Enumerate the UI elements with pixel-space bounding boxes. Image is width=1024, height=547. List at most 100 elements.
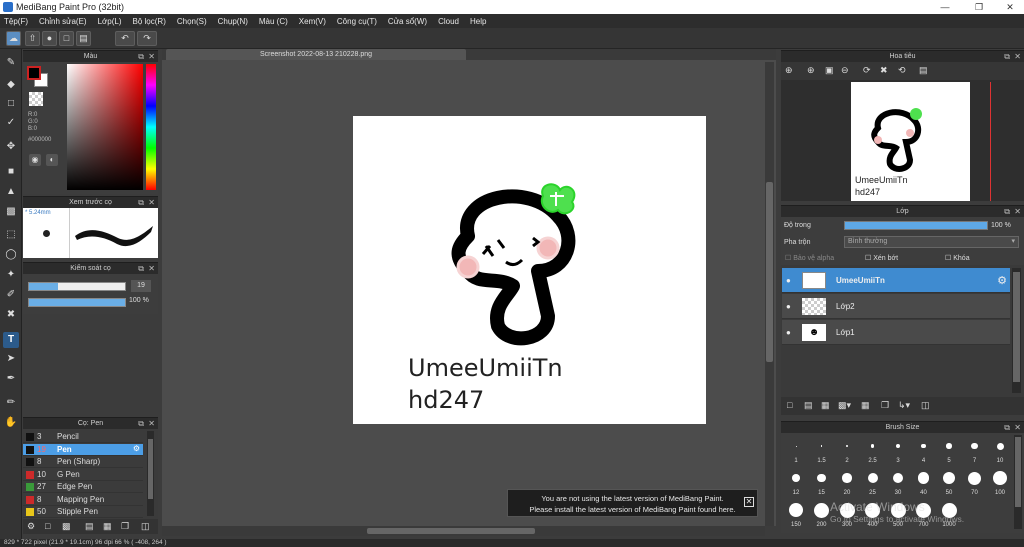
layer-row[interactable]: ● ☻ Lớp1 [782,320,1010,345]
undo-icon[interactable]: ↶ [115,31,135,46]
brush-size-cell[interactable]: 12 [784,468,808,498]
brush-size-cell[interactable]: 2 [835,436,859,466]
fit-icon[interactable]: ▣ [825,65,834,76]
navigator-thumbnail[interactable]: UmeeUmiiTn hd247 [851,82,970,201]
hue-slider[interactable] [146,64,156,190]
close-button[interactable]: ✕ [996,0,1024,14]
brush-list-item[interactable]: 27 Edge Pen [23,481,143,493]
maximize-button[interactable]: ❐ [962,0,996,14]
merge-icon[interactable]: ↳▾ [898,400,910,411]
gradient-tool-icon[interactable]: ▩ [3,204,19,220]
notification-close-icon[interactable]: ✕ [744,497,754,507]
trash-icon[interactable]: ◫ [141,521,150,532]
transparent-color-swatch[interactable] [29,92,43,106]
copy-icon[interactable]: ▤ [85,521,94,532]
layer-opacity-slider[interactable] [844,221,988,230]
dropper-tool-icon[interactable]: ✒ [3,371,19,387]
palette-icon[interactable]: ◉ [29,154,41,166]
rotate-left-icon[interactable]: ⟳ [863,65,871,76]
operation-tool-icon[interactable]: ➤ [3,351,19,367]
menu-layer[interactable]: Lớp(L) [98,17,122,26]
menu-help[interactable]: Help [470,17,486,26]
line-tool-icon[interactable]: ✓ [3,115,19,131]
brush-size-cell[interactable]: 1 [784,436,808,466]
menu-view[interactable]: Xem(V) [299,17,326,26]
gear-icon[interactable]: ⚙ [997,274,1007,287]
new-1bit-layer-icon[interactable]: ▦ [821,400,830,411]
select-eraser-tool-icon[interactable]: ✖ [3,307,19,323]
blend-mode-select[interactable]: Bình thường ▾ [844,236,1019,248]
bucket-tool-icon[interactable]: ▲ [3,184,19,200]
upload-icon[interactable]: ⇧ [25,31,40,46]
visibility-eye-icon[interactable]: ● [786,276,791,285]
brush-list-item[interactable]: 19 Pen ⚙ [23,443,143,456]
layer-row[interactable]: ● Lớp2 [782,294,1010,319]
brush-opacity-slider[interactable] [28,298,126,307]
brush-tool-icon[interactable]: ✎ [3,55,19,71]
zoom-in-icon[interactable]: ⊕ [785,65,793,76]
brush-size-cell[interactable]: 4 [912,436,936,466]
brush-size-cell[interactable]: 7 [963,436,987,466]
move-tool-icon[interactable]: ✥ [3,139,19,155]
text-tool-icon[interactable]: T [3,332,19,348]
folder-icon[interactable]: ▦ [103,521,112,532]
redo-icon[interactable]: ↷ [137,31,157,46]
brush-size-value[interactable]: 19 [131,280,151,292]
menu-file[interactable]: Tệp(F) [4,17,28,26]
brush-size-cell[interactable]: 2.5 [861,436,885,466]
add-brush-icon[interactable]: ▩ [62,521,71,532]
menu-window[interactable]: Cửa sổ(W) [388,17,427,26]
brush-list-item[interactable]: 8 Pen (Sharp) [23,456,143,468]
trash-icon[interactable]: ◫ [921,400,930,411]
document-canvas[interactable]: UmeeUmiiTn hd247 [353,116,706,424]
menu-snap[interactable]: Chụp(N) [218,17,248,26]
select-tool-icon[interactable]: ⬚ [3,227,19,243]
brush-size-cell[interactable]: 3 [886,436,910,466]
visibility-eye-icon[interactable]: ● [786,302,791,311]
minimize-button[interactable]: — [928,0,962,14]
flip-icon[interactable]: ✖ [880,65,888,76]
menu-edit[interactable]: Chỉnh sửa(E) [39,17,87,26]
brush-size-cell[interactable]: 20 [835,468,859,498]
menu-color[interactable]: Màu (C) [259,17,288,26]
rotate-right-icon[interactable]: ⟲ [898,65,906,76]
document-tab[interactable]: Screenshot 2022-08-13 210228.png [166,49,466,60]
visibility-eye-icon[interactable]: ● [786,328,791,337]
menu-tools[interactable]: Công cụ(T) [337,17,377,26]
brush-size-cell[interactable]: 25 [861,468,885,498]
clipping-checkbox[interactable]: ☐ Xén bớt [865,254,898,262]
folder-icon[interactable]: ▦ [861,400,870,411]
menu-filter[interactable]: Bộ lọc(R) [133,17,166,26]
eraser-tool-icon[interactable]: ◆ [3,77,19,93]
canvas-vertical-scrollbar[interactable] [765,62,774,526]
brush-size-cell[interactable]: 30 [886,468,910,498]
cloud-icon[interactable]: ☁ [6,31,21,46]
reset-icon[interactable]: ▤ [919,65,928,76]
new-8bit-layer-icon[interactable]: ▤ [804,400,813,411]
new-brush-icon[interactable]: □ [45,521,50,531]
page-icon[interactable]: ▤ [76,31,91,46]
canvas-horizontal-scrollbar[interactable] [162,526,765,536]
brush-size-cell[interactable]: 100 [988,468,1012,498]
fill-shape-tool-icon[interactable]: ■ [3,164,19,180]
lasso-tool-icon[interactable]: ◯ [3,247,19,263]
protect-alpha-checkbox[interactable]: ☐ Bảo vệ alpha [785,254,834,262]
zoom-in-alt-icon[interactable]: ⊕ [807,65,815,76]
duplicate-icon[interactable]: ❐ [881,400,889,411]
eyedropper-tool-icon[interactable]: ✏ [3,395,19,411]
magic-wand-tool-icon[interactable]: ✦ [3,267,19,283]
brush-size-cell[interactable]: 150 [784,500,808,530]
settings-icon[interactable]: ⚙ [27,521,35,532]
brush-list-item[interactable]: 3 Pencil [23,431,143,443]
new-layer-icon[interactable]: □ [787,400,792,410]
menu-select[interactable]: Chọn(S) [177,17,207,26]
brush-size-scrollbar[interactable] [1014,435,1022,529]
brush-list-item[interactable]: 10 G Pen [23,468,143,481]
chat-icon[interactable]: □ [59,31,74,46]
color-wheel-icon[interactable]: ◐ [46,154,58,166]
brush-size-cell[interactable]: 50 [937,468,961,498]
brush-list-item[interactable]: 8 Mapping Pen [23,493,143,506]
brush-size-cell[interactable]: 10 [988,436,1012,466]
rectangle-tool-icon[interactable]: □ [3,96,19,112]
menu-cloud[interactable]: Cloud [438,17,459,26]
